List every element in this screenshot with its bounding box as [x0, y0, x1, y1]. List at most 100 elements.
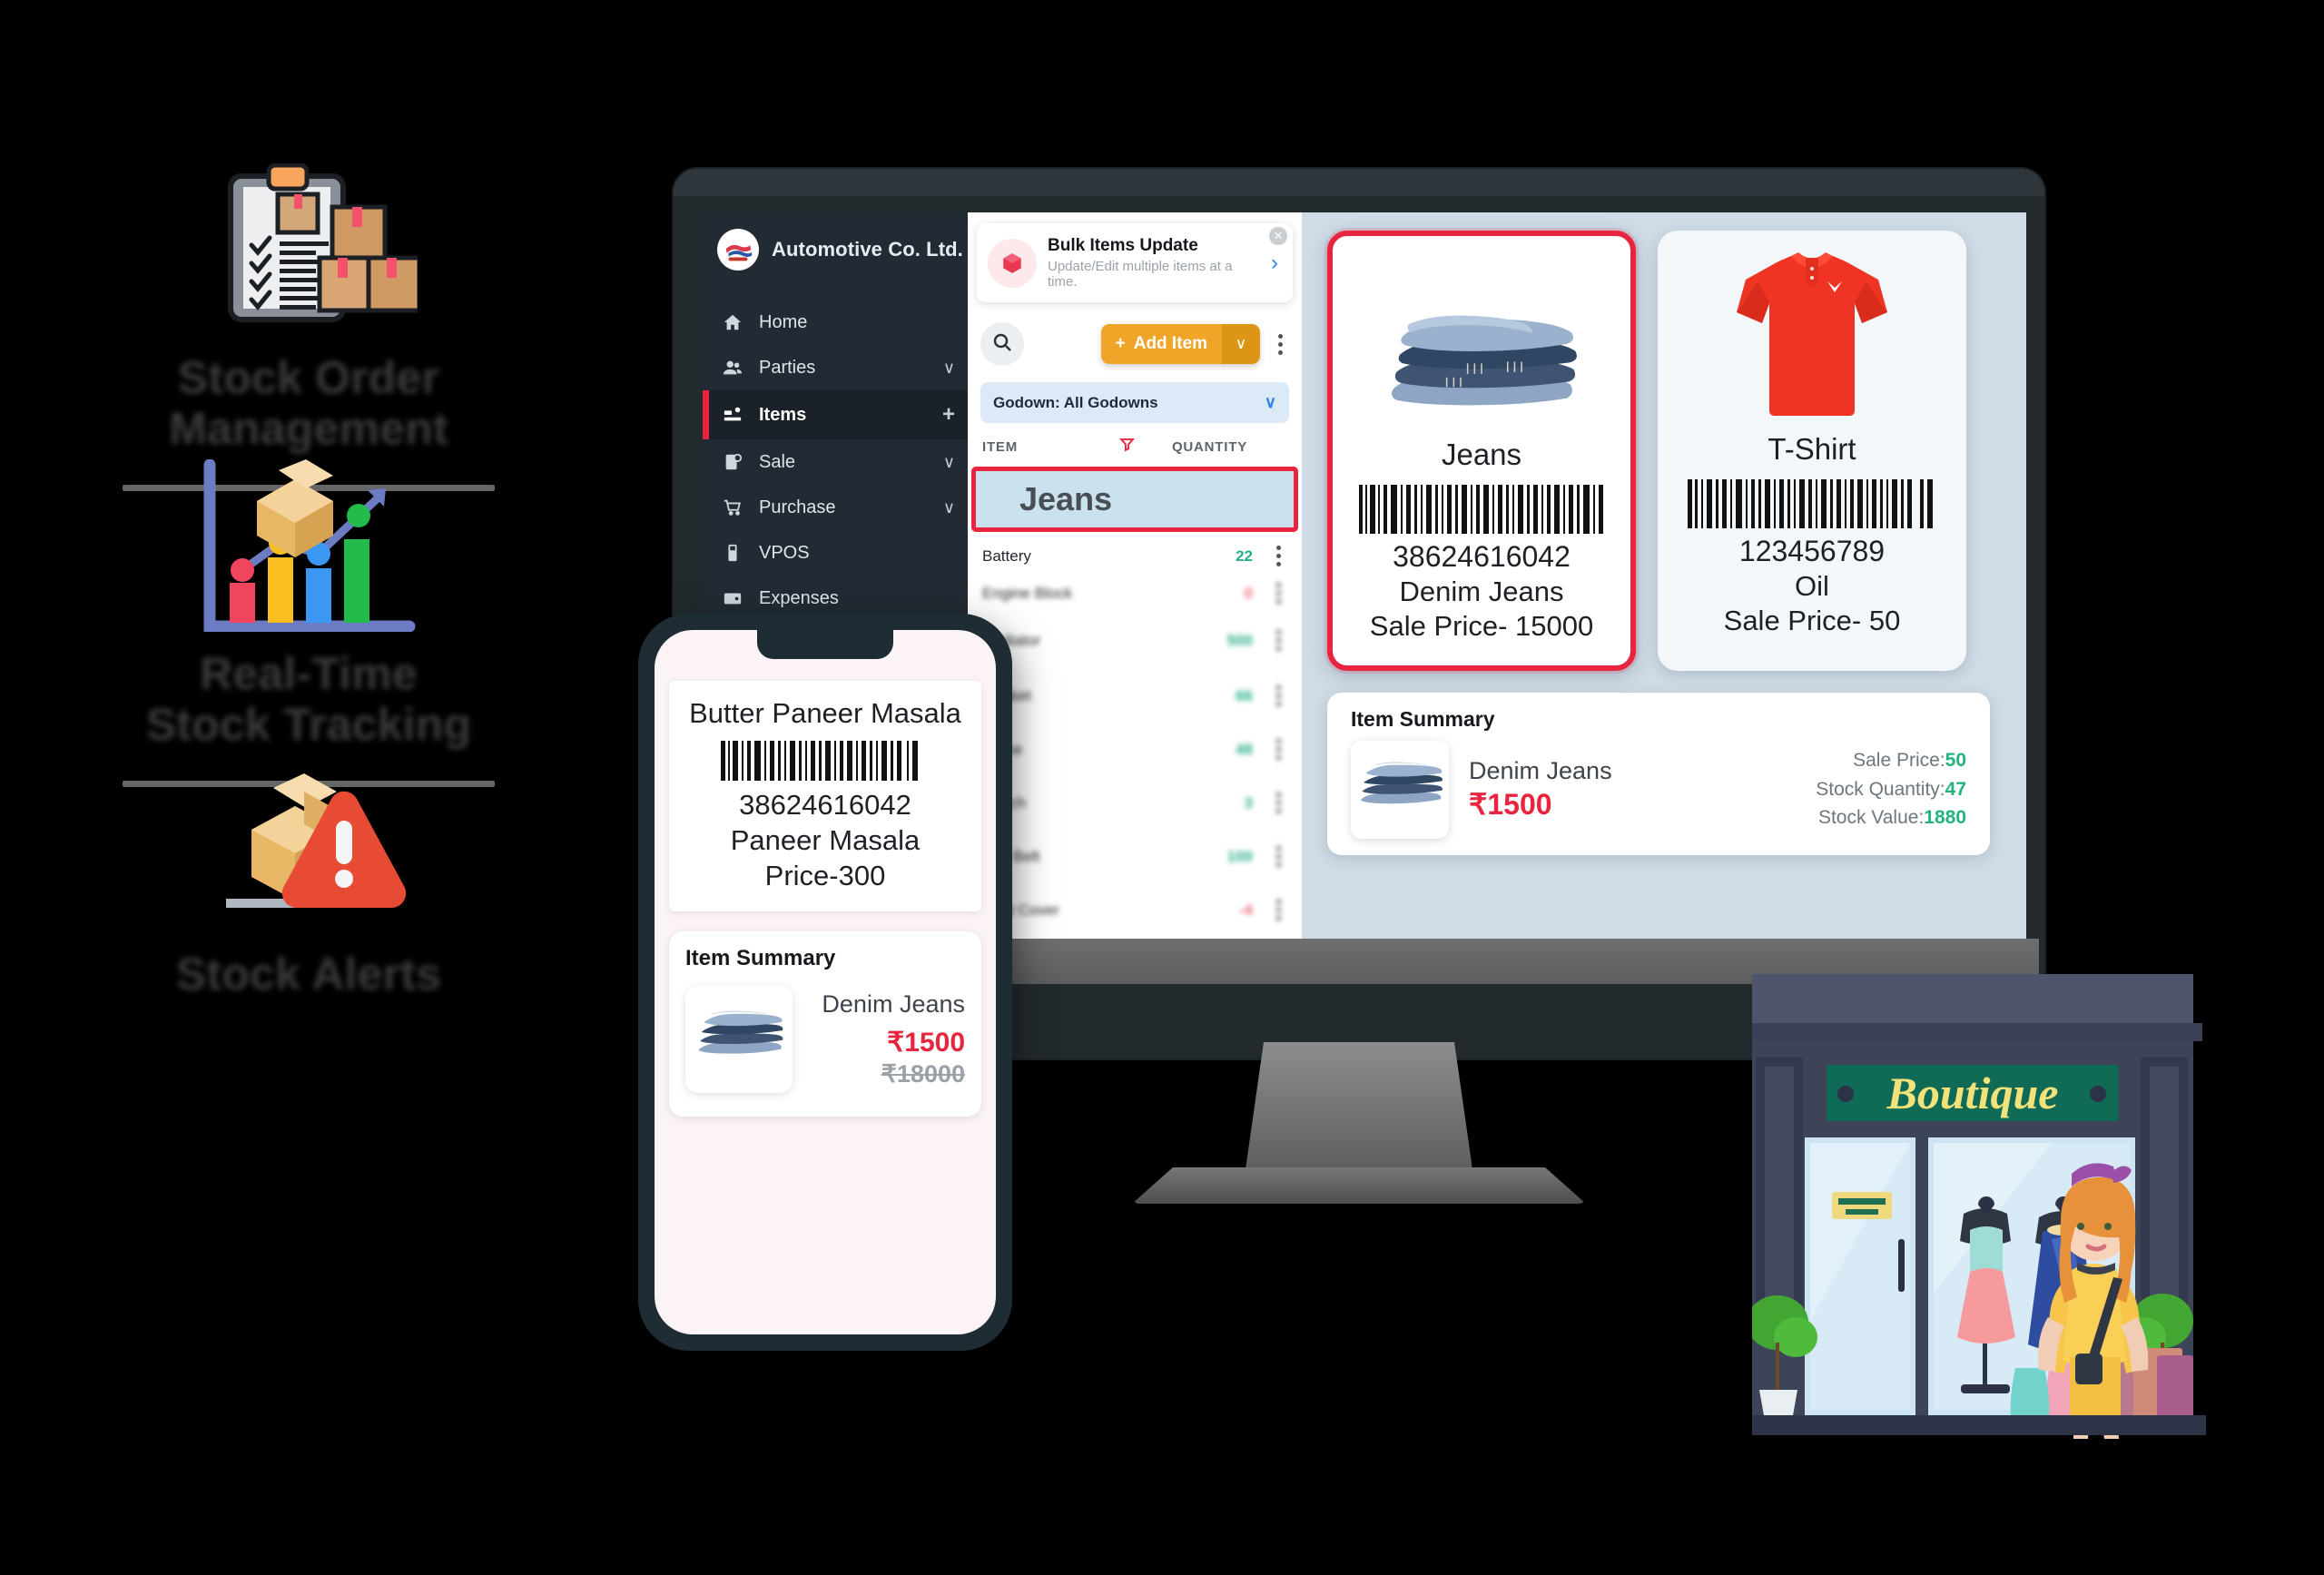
- items-table-header: ITEM QUANTITY: [968, 423, 1302, 467]
- add-item-main[interactable]: + Add Item: [1100, 324, 1222, 364]
- kebab-menu-icon[interactable]: [1271, 333, 1289, 355]
- feature-label: Real-Time Stock Tracking: [145, 648, 472, 750]
- phone-screen: Butter Paneer Masala 38624616042 Paneer …: [655, 630, 996, 1334]
- barcode-image: [1357, 485, 1606, 534]
- chevron-down-icon[interactable]: ∨: [1222, 324, 1260, 364]
- item-summary-panel: Item Summary Denim Jeans ₹1500 Sale Pric…: [1327, 692, 1990, 855]
- item-name: Engine Block: [982, 584, 1073, 602]
- item-quantity: 22: [1236, 546, 1253, 565]
- table-row[interactable]: Gasket 66: [968, 669, 1302, 723]
- items-table-body: Battery 22 Engine Block 0 Radiator 500 6…: [968, 532, 1302, 939]
- item-quantity: 48: [1236, 740, 1253, 758]
- product-description: Oil: [1795, 570, 1829, 603]
- kebab-menu-icon[interactable]: [1269, 685, 1287, 706]
- company-switcher[interactable]: Automotive Co. Ltd. ›: [703, 212, 982, 287]
- product-card-jeans[interactable]: Jeans 38624616042 Denim Jeans Sale Price…: [1327, 231, 1636, 671]
- feature-real-time-stock-tracking: Real-Time Stock Tracking: [0, 458, 617, 787]
- chevron-down-icon: ∨: [942, 452, 955, 471]
- kebab-menu-icon[interactable]: [1269, 846, 1287, 867]
- add-item-label: Add Item: [1133, 334, 1207, 353]
- item-summary-name: Denim Jeans: [1469, 757, 1612, 785]
- table-row[interactable]: Door Frame -4: [968, 937, 1302, 939]
- sidebar-item-sale[interactable]: Sale ∨: [703, 439, 968, 485]
- sidebar-item-label: Items: [759, 404, 807, 425]
- table-row[interactable]: Fan Belt 100: [968, 830, 1302, 883]
- stat-stock-value: Stock Value:1880: [1816, 803, 1966, 832]
- product-card-tshirt[interactable]: T-Shirt 123456789 Oil Sale Price- 50: [1658, 231, 1966, 671]
- plus-icon: +: [1115, 334, 1126, 353]
- column-header-item: ITEM: [982, 438, 1019, 455]
- feature-label: Stock Order Management: [169, 352, 448, 454]
- item-summary-body: Denim Jeans ₹1500 Sale Price:50 Stock Qu…: [1351, 740, 1966, 839]
- chevron-down-icon: ∨: [942, 497, 955, 517]
- item-quantity: 100: [1226, 847, 1253, 865]
- item-summary-stats: Sale Price:50 Stock Quantity:47 Stock Va…: [1816, 746, 1966, 832]
- kebab-menu-icon[interactable]: [1269, 546, 1287, 566]
- sidebar-item-label: Parties: [759, 357, 816, 378]
- table-row[interactable]: Seat Cover -4: [968, 883, 1302, 937]
- feature-list: Stock Order Management Real-Time Stock T…: [0, 162, 617, 999]
- table-row[interactable]: Clutch 3: [968, 776, 1302, 830]
- sidebar-item-label: VPOS: [759, 542, 810, 563]
- item-summary-title: Item Summary: [685, 946, 836, 971]
- add-item-plus-icon[interactable]: +: [942, 402, 955, 428]
- sidebar-item-home[interactable]: Home: [703, 300, 968, 345]
- filter-icon[interactable]: [1118, 436, 1136, 458]
- product-name: Jeans: [1441, 438, 1522, 471]
- clipboard-boxes-icon: [200, 162, 422, 336]
- search-input[interactable]: [980, 322, 1024, 366]
- kebab-menu-icon[interactable]: [1269, 900, 1287, 920]
- add-item-button[interactable]: + Add Item ∨: [1100, 324, 1260, 364]
- stat-value: 1880: [1924, 807, 1966, 829]
- table-row[interactable]: Engine Block 0: [968, 575, 1302, 612]
- stat-label: Stock Value:: [1817, 807, 1925, 829]
- stat-stock-quantity: Stock Quantity:47: [1816, 775, 1966, 804]
- item-summary-body: Denim Jeans ₹1500 ₹18000: [685, 986, 965, 1094]
- kebab-menu-icon[interactable]: [1269, 583, 1287, 604]
- pos-terminal-icon: [721, 542, 744, 564]
- cart-icon: [721, 497, 744, 518]
- poster-canvas: Stock Order Management Real-Time Stock T…: [0, 0, 2324, 1575]
- close-icon[interactable]: ✕: [1269, 227, 1287, 245]
- sidebar-item-purchase[interactable]: Purchase ∨: [703, 485, 968, 530]
- label-title: Butter Paneer Masala: [689, 697, 961, 729]
- monitor-stand-neck: [1246, 1042, 1472, 1169]
- item-summary-title: Item Summary: [1351, 706, 1495, 731]
- label-price-line: Price-300: [764, 859, 886, 891]
- chevron-down-icon: ∨: [942, 358, 955, 377]
- column-header-quantity: QUANTITY: [1171, 438, 1247, 455]
- company-name: Automotive Co. Ltd.: [772, 238, 963, 261]
- kebab-menu-icon[interactable]: [1269, 792, 1287, 813]
- stat-label: Stock Quantity:: [1816, 778, 1945, 800]
- sidebar-item-parties[interactable]: Parties ∨: [703, 345, 968, 390]
- item-quantity: 3: [1244, 793, 1253, 812]
- barcode-image: [721, 741, 930, 781]
- sidebar-item-items[interactable]: Items +: [703, 390, 968, 439]
- godown-filter-select[interactable]: Godown: All Godowns ∨: [980, 382, 1289, 423]
- items-content-area: Jeans 38624616042 Denim Jeans Sale Price…: [1302, 212, 2026, 939]
- sidebar-item-vpos[interactable]: VPOS: [703, 530, 968, 576]
- item-thumbnail: [685, 986, 793, 1094]
- product-description: Denim Jeans: [1399, 576, 1564, 608]
- item-name: Battery: [982, 546, 1031, 565]
- table-row[interactable]: Brake 48: [968, 723, 1302, 776]
- table-row[interactable]: Battery 22: [968, 537, 1302, 575]
- sidebar-item-label: Sale: [759, 451, 796, 472]
- phone-notch: [757, 630, 893, 659]
- bulk-card-title: Bulk Items Update: [1048, 236, 1198, 255]
- mobile-phone-mockup: Butter Paneer Masala 38624616042 Paneer …: [638, 614, 1012, 1351]
- stat-value: 47: [1945, 778, 1966, 800]
- table-row[interactable]: Radiator 500: [968, 612, 1302, 669]
- table-row-highlighted[interactable]: Jeans: [971, 467, 1298, 532]
- kebab-menu-icon[interactable]: [1269, 739, 1287, 760]
- product-label-cards: Jeans 38624616042 Denim Jeans Sale Price…: [1327, 231, 2001, 671]
- bulk-items-update-card[interactable]: Bulk Items Update Update/Edit multiple i…: [977, 223, 1293, 302]
- monitor-stand-base: [1132, 1167, 1586, 1204]
- label-description: Paneer Masala: [730, 823, 921, 856]
- kebab-menu-icon[interactable]: [1269, 630, 1287, 651]
- item-summary-price: ₹1500: [1469, 788, 1552, 822]
- item-quantity: 66: [1236, 686, 1253, 704]
- chevron-right-icon[interactable]: ›: [1271, 251, 1278, 276]
- company-logo-icon: [717, 229, 759, 271]
- bulk-package-icon: [988, 238, 1037, 288]
